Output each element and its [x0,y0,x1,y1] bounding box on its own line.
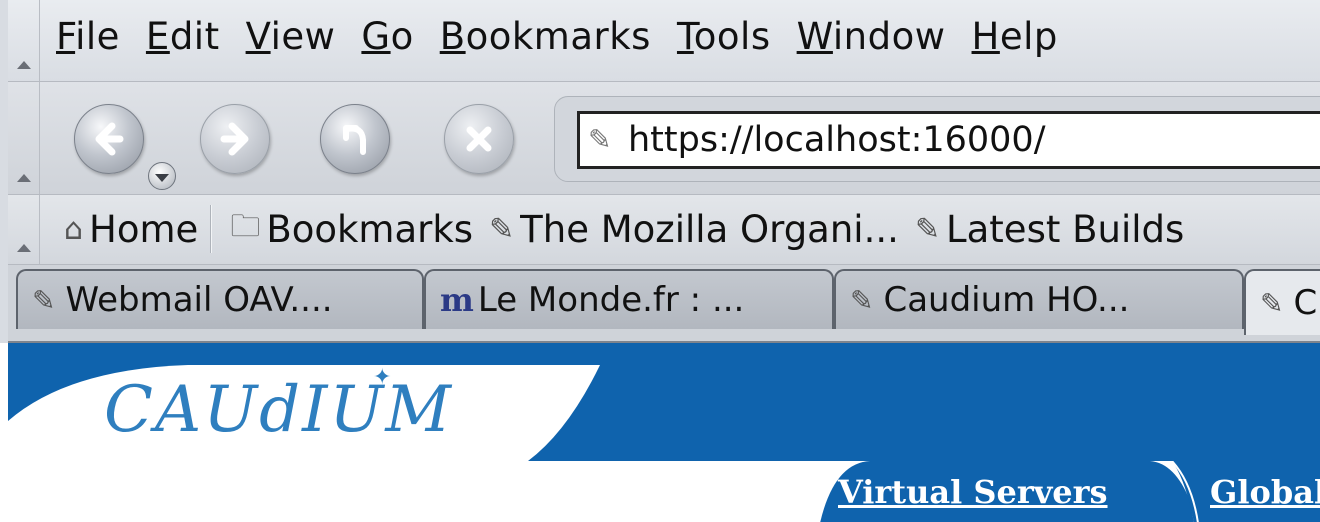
admin-nav-tabs: Virtual Servers Global [820,461,1320,522]
bookmark-icon: ✎ [914,211,941,247]
page-proxy-icon[interactable]: ✎ [588,123,622,157]
caudium-logo[interactable]: CAUdIUM [104,373,453,447]
tab-label: C [1293,283,1318,323]
menu-bookmarks[interactable]: Bookmarks [440,14,651,60]
tab-label: Webmail OAV.... [65,280,333,320]
menu-bar-grippy[interactable] [8,0,40,81]
tab-label: Le Monde.fr : ... [477,280,745,320]
reload-icon [343,125,366,155]
menu-edit[interactable]: Edit [146,14,220,60]
stop-x-icon [466,126,492,152]
tab-label: Caudium HO... [883,280,1130,320]
caudium-header-banner: CAUdIUM ✦ [8,343,1320,461]
toolbar-separator [210,205,213,253]
menu-tools[interactable]: Tools [677,14,771,60]
tab-webmail[interactable]: ✎ Webmail OAV.... [16,269,424,329]
bookmark-label: The Mozilla Organi... [520,207,899,251]
nav-global[interactable]: Global [1210,473,1320,511]
folder-icon: 🗀 [230,208,261,244]
tab-strip: ✎ Webmail OAV.... m Le Monde.fr : ... ✎ … [8,265,1320,343]
url-bar[interactable]: ✎ [577,111,1320,169]
menu-window[interactable]: Window [797,14,946,60]
bookmarks-button[interactable]: 🗀 Bookmarks [222,204,481,254]
navigation-toolbar: ✎ [8,82,1320,195]
menu-file[interactable]: File [56,14,120,60]
bookmark-label: Latest Builds [946,207,1185,251]
menu-help[interactable]: Help [972,14,1058,60]
forward-arrow-icon [220,122,249,156]
back-history-dropdown[interactable] [148,162,176,190]
nav-virtual-servers[interactable]: Virtual Servers [838,473,1108,511]
nav-toolbar-grippy[interactable] [8,82,40,194]
menu-go[interactable]: Go [361,14,413,60]
page-content: CAUdIUM ✦ Virtual Servers Global [8,343,1320,522]
tab-caudium-active[interactable]: ✎ C [1244,269,1320,335]
url-bar-container: ✎ [554,96,1320,182]
back-arrow-icon [95,122,124,156]
logo-star-icon: ✦ [373,365,392,390]
reload-button[interactable] [320,104,390,174]
bookmarks-label: Bookmarks [266,207,474,251]
bookmark-latest-builds[interactable]: ✎ Latest Builds [907,204,1192,254]
tab-le-monde[interactable]: m Le Monde.fr : ... [424,269,834,329]
bookmark-icon: ✎ [489,211,515,247]
home-icon: ⌂ [64,211,84,247]
back-button[interactable] [74,104,144,174]
stop-button[interactable] [444,104,514,174]
page-icon: ✎ [1260,286,1284,320]
personal-toolbar-grippy[interactable] [8,195,40,264]
menu-bar: File Edit View Go Bookmarks Tools Window… [8,0,1320,82]
le-monde-favicon: m [440,281,474,319]
forward-button[interactable] [200,104,270,174]
home-button[interactable]: ⌂ Home [56,204,206,254]
page-icon: ✎ [850,283,874,317]
bookmark-mozilla-organization[interactable]: ✎ The Mozilla Organi... [481,204,907,254]
browser-chrome: File Edit View Go Bookmarks Tools Window… [0,0,1320,343]
personal-toolbar: ⌂ Home 🗀 Bookmarks ✎ The Mozilla Organi.… [8,195,1320,265]
menu-view[interactable]: View [246,14,336,60]
page-icon: ✎ [32,283,56,317]
home-label: Home [89,207,199,251]
tab-caudium-home[interactable]: ✎ Caudium HO... [834,269,1244,329]
url-input[interactable] [628,120,1278,160]
